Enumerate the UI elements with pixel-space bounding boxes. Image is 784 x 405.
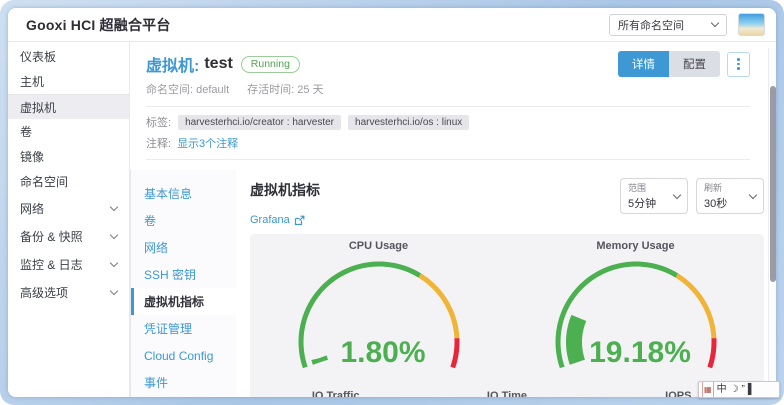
- ime-toolbar[interactable]: ▦ 中 ☽ ” ▌: [698, 381, 780, 398]
- chevron-down-icon: [110, 230, 118, 238]
- annotations-label: 注释:: [146, 135, 171, 151]
- tab-credentials[interactable]: 凭证管理: [131, 315, 236, 342]
- detail-header: 虚拟机: test Running 详情 配置 命名空间: default 存活…: [130, 42, 776, 160]
- tab-vm-metrics[interactable]: 虚拟机指标: [131, 288, 236, 315]
- details-button[interactable]: 详情: [618, 51, 669, 77]
- tab-basic-info[interactable]: 基本信息: [131, 180, 236, 207]
- external-link-icon: [294, 215, 305, 226]
- grafana-link[interactable]: Grafana: [250, 214, 612, 226]
- chevron-down-icon: [110, 202, 118, 210]
- sidebar-item-dashboard[interactable]: 仪表板: [8, 44, 129, 69]
- tab-volumes[interactable]: 卷: [131, 207, 236, 234]
- sidebar-group-monitoring-logs[interactable]: 监控 & 日志: [8, 250, 129, 278]
- ime-keyboard-icon[interactable]: ▦: [702, 381, 714, 398]
- vm-metrics-section: 虚拟机指标 Grafana 范围 5分钟: [236, 170, 776, 397]
- namespace-select-value: 所有命名空间: [618, 17, 712, 33]
- metrics-title: 虚拟机指标: [250, 180, 612, 200]
- io-traffic-chart: IO Traffic 5 kB/s4 kB/s3 kB/s: [250, 388, 421, 397]
- main-content: 虚拟机: test Running 详情 配置 命名空间: default 存活…: [130, 42, 776, 397]
- show-annotations-link[interactable]: 显示3个注释: [177, 135, 238, 151]
- chevron-down-icon: [110, 286, 118, 294]
- ime-mode-indicator[interactable]: 中: [717, 382, 727, 397]
- sidebar-item-namespaces[interactable]: 命名空间: [8, 169, 129, 194]
- sidebar-group-backup-snapshot[interactable]: 备份 & 快照: [8, 222, 129, 250]
- app-header: Gooxi HCI 超融合平台 所有命名空间: [8, 8, 776, 42]
- status-badge: Running: [241, 56, 300, 73]
- avatar[interactable]: [739, 14, 764, 35]
- window-frame: Gooxi HCI 超融合平台 所有命名空间 仪表板 主机 虚拟机 卷 镜像 命…: [0, 0, 784, 405]
- namespace-select[interactable]: 所有命名空间: [609, 14, 727, 36]
- cpu-gauge-title: CPU Usage: [349, 238, 408, 254]
- cpu-gauge-chart: 1.80%: [259, 254, 499, 384]
- tag-creator: harvesterhci.io/creator : harvester: [178, 115, 341, 130]
- refresh-value: 30秒: [704, 195, 750, 211]
- ime-moon-icon[interactable]: ☽: [730, 382, 739, 397]
- sidebar-group-advanced[interactable]: 高级选项: [8, 278, 129, 306]
- memory-gauge-title: Memory Usage: [596, 238, 674, 254]
- scrollbar-thumb[interactable]: [770, 86, 776, 282]
- svg-text:19.18%: 19.18%: [589, 336, 691, 369]
- tab-cloud-config[interactable]: Cloud Config: [131, 342, 236, 369]
- tag-os: harvesterhci.io/os : linux: [348, 115, 469, 130]
- range-select[interactable]: 范围 5分钟: [620, 178, 688, 214]
- io-time-title: IO Time: [487, 388, 527, 397]
- io-traffic-title: IO Traffic: [312, 388, 360, 397]
- metrics-panel: CPU Usage 1.80% Memory Usage 19.18%: [250, 234, 764, 397]
- chevron-down-icon: [749, 190, 757, 198]
- resource-type-label: 虚拟机:: [146, 52, 199, 76]
- sidebar-item-hosts[interactable]: 主机: [8, 69, 129, 94]
- more-actions-button[interactable]: [727, 52, 750, 77]
- age-text: 存活时间: 25 天: [247, 81, 323, 97]
- app-title: Gooxi HCI 超融合平台: [26, 15, 171, 35]
- tags-label: 标签:: [146, 114, 171, 130]
- tab-migration[interactable]: 迁移: [131, 396, 236, 397]
- vm-name: test: [204, 55, 232, 73]
- refresh-label: 刷新: [704, 181, 750, 194]
- vertical-scrollbar[interactable]: [768, 48, 776, 397]
- tab-networks[interactable]: 网络: [131, 234, 236, 261]
- config-button[interactable]: 配置: [669, 51, 720, 77]
- sidebar-item-images[interactable]: 镜像: [8, 144, 129, 169]
- sidebar-item-volumes[interactable]: 卷: [8, 119, 129, 144]
- app-window: Gooxi HCI 超融合平台 所有命名空间 仪表板 主机 虚拟机 卷 镜像 命…: [8, 8, 776, 397]
- tab-events[interactable]: 事件: [131, 369, 236, 396]
- io-time-chart: IO Time 2 ms1.50 ms1 ms: [421, 388, 592, 397]
- svg-text:1.80%: 1.80%: [340, 336, 425, 369]
- namespace-text: 命名空间: default: [146, 81, 229, 97]
- iops-title: IOPS: [665, 388, 691, 397]
- range-label: 范围: [628, 181, 674, 194]
- chevron-down-icon: [673, 190, 681, 198]
- tab-ssh-keys[interactable]: SSH 密钥: [131, 261, 236, 288]
- chevron-down-icon: [711, 19, 719, 27]
- vm-detail-tabs: 基本信息 卷 网络 SSH 密钥 虚拟机指标 凭证管理 Cloud Config…: [130, 170, 236, 397]
- refresh-select[interactable]: 刷新 30秒: [696, 178, 764, 214]
- ime-partial-icon: ▌: [748, 382, 755, 397]
- memory-usage-gauge: Memory Usage 19.18%: [507, 238, 764, 384]
- cpu-usage-gauge: CPU Usage 1.80%: [250, 238, 507, 384]
- sidebar-item-virtual-machines[interactable]: 虚拟机: [8, 94, 129, 119]
- ime-punctuation-icon[interactable]: ”: [742, 382, 745, 397]
- range-value: 5分钟: [628, 195, 674, 211]
- sidebar-group-networks[interactable]: 网络: [8, 194, 129, 222]
- sidebar: 仪表板 主机 虚拟机 卷 镜像 命名空间 网络 备份 & 快照 监控 & 日志 …: [8, 42, 130, 397]
- memory-gauge-chart: 19.18%: [516, 254, 756, 384]
- chevron-down-icon: [110, 258, 118, 266]
